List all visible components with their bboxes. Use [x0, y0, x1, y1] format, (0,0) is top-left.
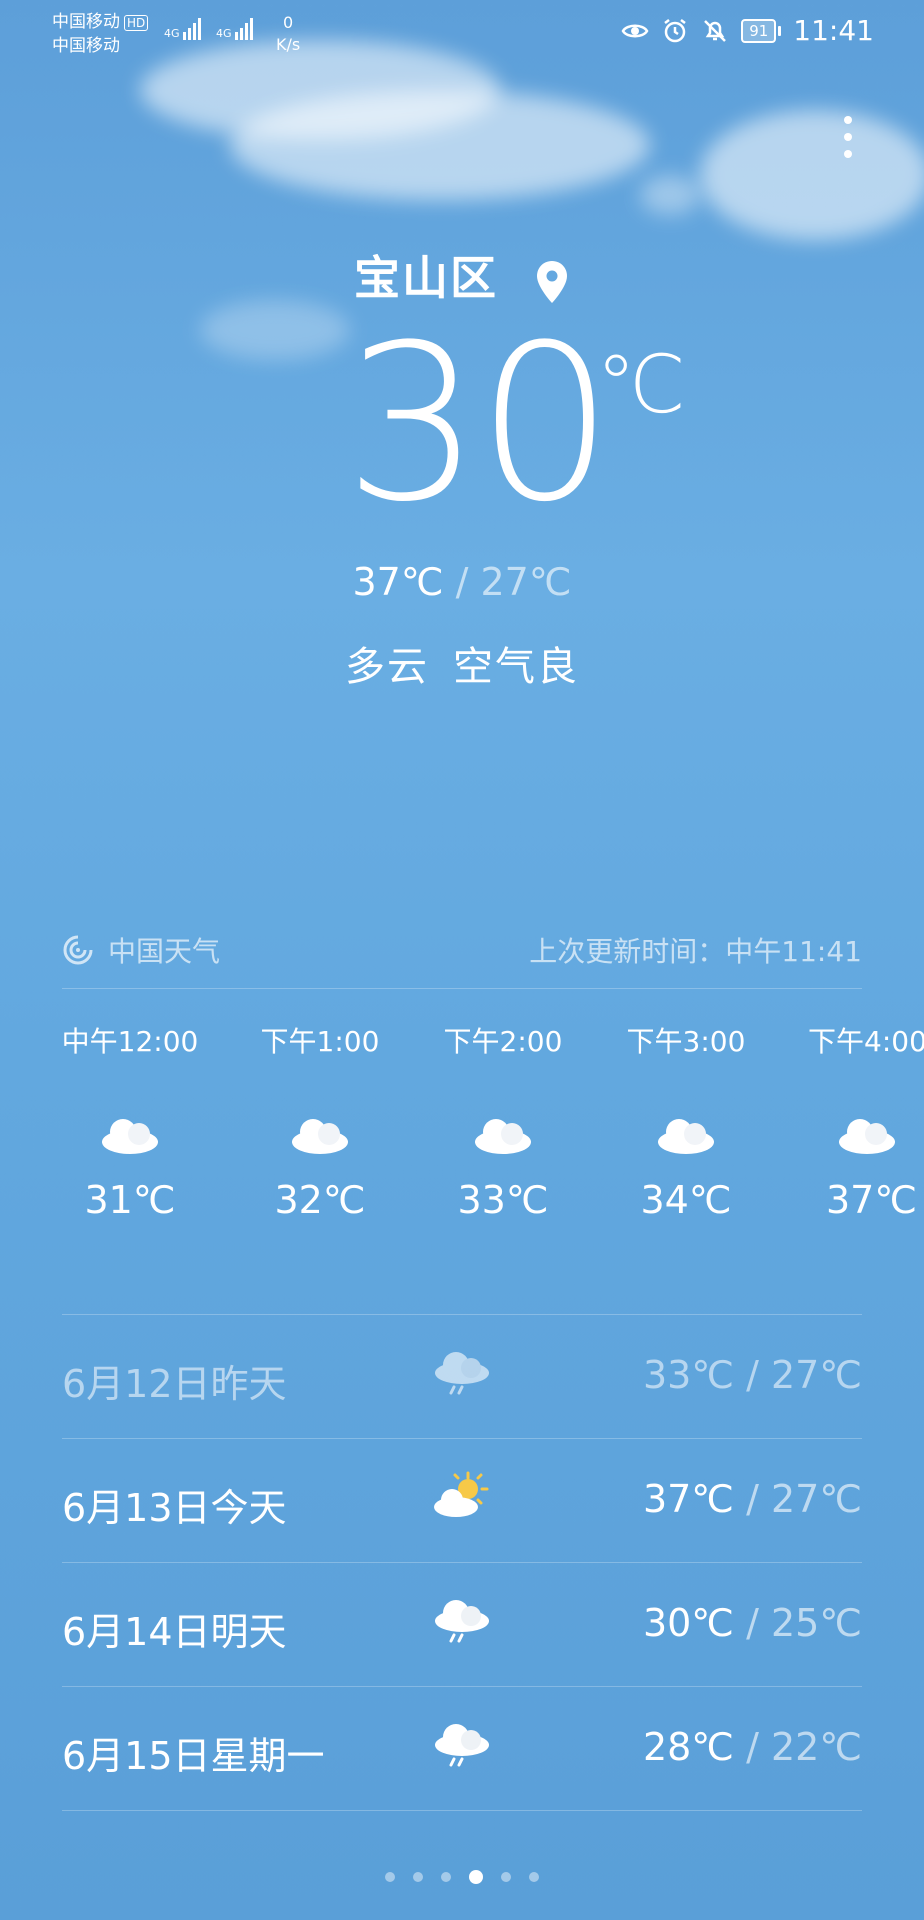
network-speed: 0 K/s: [276, 12, 300, 56]
signal-bars-icon: [235, 18, 255, 40]
rain-icon: [435, 1352, 489, 1395]
cloudy-icon: [658, 1119, 714, 1154]
more-options-icon[interactable]: [844, 116, 854, 167]
day-label: 6月12日昨天: [62, 1362, 287, 1406]
day-low: 25℃: [770, 1601, 862, 1645]
background-cloud: [200, 300, 350, 360]
eye-icon: [621, 24, 649, 37]
page-dot[interactable]: [385, 1872, 395, 1882]
signal-2: 4G: [216, 18, 255, 40]
background-cloud: [700, 110, 924, 240]
hourly-item: 下午3:00 34℃: [596, 1020, 776, 1222]
cloudy-icon: [102, 1119, 158, 1154]
signal-1: 4G: [164, 18, 203, 40]
china-weather-logo-icon: [63, 935, 93, 965]
daily-row[interactable]: 6月13日今天 37℃ / 27℃: [62, 1439, 862, 1563]
hourly-temp: 37℃: [826, 1178, 918, 1222]
page-dot[interactable]: [413, 1872, 423, 1882]
day-temp-range: 28℃ / 22℃: [642, 1725, 862, 1769]
hd-badge: HD: [124, 15, 149, 31]
alarm-icon: [664, 18, 686, 42]
condition-text: 多云: [345, 644, 429, 690]
hourly-temp: 32℃: [274, 1178, 366, 1222]
carrier-1: 中国移动: [52, 12, 120, 32]
day-low: 27℃: [770, 1353, 862, 1397]
day-temp-range: 37℃ / 27℃: [642, 1477, 862, 1521]
daily-row[interactable]: 6月15日星期一 28℃ / 22℃: [62, 1687, 862, 1811]
daily-forecast: 6月12日昨天 33℃ / 27℃ 6月13日今天 37℃ / 27℃ 6月14…: [62, 1314, 862, 1811]
hourly-temp: 34℃: [640, 1178, 732, 1222]
day-low: 27℃: [770, 1477, 862, 1521]
day-label: 6月13日今天: [62, 1486, 287, 1530]
hourly-item: 下午4:00 37℃: [778, 1020, 924, 1222]
today-low: 27℃: [480, 560, 572, 604]
daily-row[interactable]: 6月14日明天 30℃ / 25℃: [62, 1563, 862, 1687]
hourly-time: 下午3:00: [626, 1025, 746, 1058]
carrier-info: 中国移动 HD 中国移动: [52, 10, 149, 58]
separator: /: [455, 560, 469, 604]
background-cloud: [230, 90, 650, 200]
bell-off-icon: [704, 19, 727, 42]
signal-bars-icon: [183, 18, 203, 40]
hourly-time: 下午2:00: [443, 1025, 563, 1058]
day-temp-range: 33℃ / 27℃: [642, 1353, 862, 1397]
location-name: 宝山区: [353, 251, 498, 305]
today-high-low: 37℃ / 27℃: [0, 560, 924, 604]
hourly-forecast[interactable]: 中午12:00 31℃ 下午1:00 32℃ 下午2:00 33℃ 下午3:00…: [0, 1020, 924, 1290]
hourly-time: 下午1:00: [260, 1025, 380, 1058]
page-dot[interactable]: [441, 1872, 451, 1882]
page-dot[interactable]: [529, 1872, 539, 1882]
status-bar: 中国移动 HD 中国移动 4G 4G 0 K/s 91 11:41: [0, 0, 924, 70]
hourly-temp: 31℃: [84, 1178, 176, 1222]
day-high: 28℃: [642, 1725, 734, 1769]
last-updated: 上次更新时间：中午11:41: [529, 935, 862, 968]
day-label: 6月15日星期一: [62, 1734, 325, 1778]
partly-sunny-icon: [434, 1471, 489, 1517]
status-icons: 91 11:41: [621, 14, 874, 47]
weather-condition: 多云 空气良: [0, 634, 924, 692]
background-cloud: [640, 175, 700, 215]
hourly-item: 中午12:00 31℃: [40, 1020, 220, 1222]
day-label: 6月14日明天: [62, 1610, 287, 1654]
speed-value: 0: [283, 13, 294, 32]
hourly-item: 下午1:00 32℃: [230, 1020, 410, 1222]
day-high: 30℃: [642, 1601, 734, 1645]
day-high: 37℃: [642, 1477, 734, 1521]
day-temp-range: 30℃ / 25℃: [642, 1601, 862, 1645]
hourly-time: 中午12:00: [61, 1025, 199, 1058]
temperature-unit: ℃: [596, 338, 686, 431]
air-quality[interactable]: 空气良: [453, 644, 579, 690]
day-high: 33℃: [642, 1353, 734, 1397]
clock: 11:41: [793, 14, 874, 47]
cloudy-icon: [839, 1119, 895, 1154]
page-dot-active[interactable]: [469, 1870, 483, 1884]
rain-icon: [435, 1724, 489, 1767]
page-indicator[interactable]: [0, 1870, 924, 1884]
current-temperature: 30: [344, 298, 614, 549]
hourly-item: 下午2:00 33℃: [413, 1020, 593, 1222]
today-high: 37℃: [352, 560, 444, 604]
hourly-temp: 33℃: [457, 1178, 549, 1222]
daily-row[interactable]: 6月12日昨天 33℃ / 27℃: [62, 1315, 862, 1439]
source-name: 中国天气: [108, 935, 221, 968]
network-type-1: 4G: [164, 27, 180, 40]
cloudy-icon: [292, 1119, 348, 1154]
data-source-row: 中国天气 上次更新时间：中午11:41: [62, 922, 862, 989]
rain-icon: [435, 1600, 489, 1643]
carrier-2: 中国移动: [52, 36, 120, 56]
battery-level: 91: [741, 18, 777, 43]
speed-unit: K/s: [276, 35, 301, 54]
network-type-2: 4G: [216, 27, 232, 40]
page-dot[interactable]: [501, 1872, 511, 1882]
battery-icon: 91: [741, 18, 782, 43]
day-low: 22℃: [770, 1725, 862, 1769]
cloudy-icon: [475, 1119, 531, 1154]
hourly-time: 下午4:00: [808, 1025, 924, 1058]
